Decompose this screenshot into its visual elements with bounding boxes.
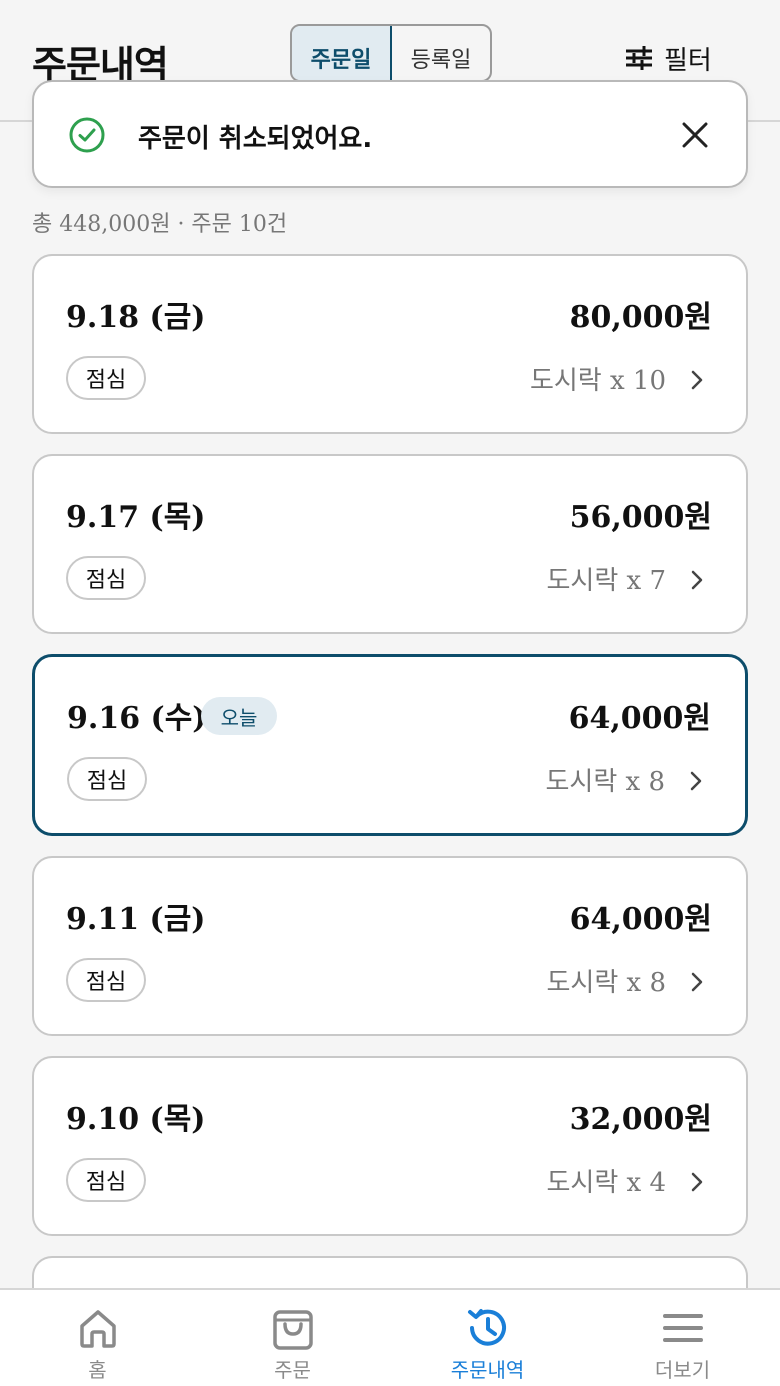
- order-card[interactable]: 9.17 (목) 56,000원 점심 도시락 x 7: [32, 454, 748, 634]
- order-items: 도시락 x 8: [546, 968, 667, 998]
- order-amount: 64,000원: [568, 701, 711, 736]
- chevron-right-icon: [691, 370, 703, 390]
- order-date: 9.17 (목): [66, 500, 206, 535]
- order-amount: 32,000원: [569, 1102, 712, 1137]
- history-icon: [467, 1309, 506, 1346]
- order-items: 도시락 x 10: [529, 366, 666, 396]
- meal-chip: 점심: [66, 556, 146, 600]
- check-circle-icon: [69, 117, 105, 153]
- filter-label: 필터: [664, 45, 712, 76]
- chevron-right-icon: [691, 570, 703, 590]
- order-summary: 총 448,000원 · 주문 10건: [32, 212, 288, 237]
- order-items: 도시락 x 8: [545, 767, 666, 797]
- nav-label: 홈: [88, 1358, 107, 1382]
- nav-label: 주문: [274, 1358, 311, 1382]
- chevron-right-icon: [691, 972, 703, 992]
- order-card[interactable]: 9.10 (목) 32,000원 점심 도시락 x 4: [32, 1056, 748, 1236]
- tab-register-date[interactable]: 등록일: [392, 26, 490, 80]
- order-items: 도시락 x 4: [546, 1168, 667, 1198]
- order-date: 9.18 (금): [66, 300, 206, 335]
- nav-label: 주문내역: [450, 1358, 525, 1382]
- date-type-toggle: 주문일 등록일: [290, 24, 492, 82]
- toast-notification: 주문이 취소되었어요.: [32, 80, 748, 188]
- order-items: 도시락 x 7: [546, 566, 667, 596]
- home-icon: [79, 1310, 116, 1348]
- order-date: 9.16 (수): [67, 701, 207, 736]
- order-amount: 80,000원: [569, 300, 712, 335]
- close-icon[interactable]: [680, 120, 710, 150]
- chevron-right-icon: [691, 1172, 703, 1192]
- meal-chip: 점심: [66, 1158, 146, 1202]
- menu-icon: [662, 1314, 703, 1342]
- order-list: 9.18 (금) 80,000원 점심 도시락 x 10 9.17 (목) 56…: [32, 254, 748, 1316]
- today-badge: 오늘: [201, 697, 277, 735]
- order-card[interactable]: 9.11 (금) 64,000원 점심 도시락 x 8: [32, 856, 748, 1036]
- tab-order-date[interactable]: 주문일: [292, 26, 392, 80]
- meal-chip: 점심: [67, 757, 147, 801]
- bottom-nav: 홈 주문 주문내역 더보기: [0, 1288, 780, 1386]
- order-amount: 64,000원: [569, 902, 712, 937]
- filter-icon: [626, 46, 652, 70]
- shopping-bag-icon: [272, 1310, 313, 1350]
- order-card-today[interactable]: 9.16 (수) 오늘 64,000원 점심 도시락 x 8: [32, 654, 748, 836]
- order-card[interactable]: 9.18 (금) 80,000원 점심 도시락 x 10: [32, 254, 748, 434]
- meal-chip: 점심: [66, 958, 146, 1002]
- nav-more[interactable]: 더보기: [585, 1290, 780, 1386]
- nav-home[interactable]: 홈: [0, 1290, 195, 1386]
- order-amount: 56,000원: [569, 500, 712, 535]
- nav-order-history[interactable]: 주문내역: [390, 1290, 585, 1386]
- meal-chip: 점심: [66, 356, 146, 400]
- nav-label: 더보기: [654, 1358, 711, 1382]
- filter-button[interactable]: 필터: [624, 38, 712, 78]
- order-date: 9.11 (금): [66, 902, 206, 937]
- chevron-right-icon: [690, 771, 702, 791]
- nav-order[interactable]: 주문: [195, 1290, 390, 1386]
- order-date: 9.10 (목): [66, 1102, 206, 1137]
- toast-message: 주문이 취소되었어요.: [138, 124, 373, 154]
